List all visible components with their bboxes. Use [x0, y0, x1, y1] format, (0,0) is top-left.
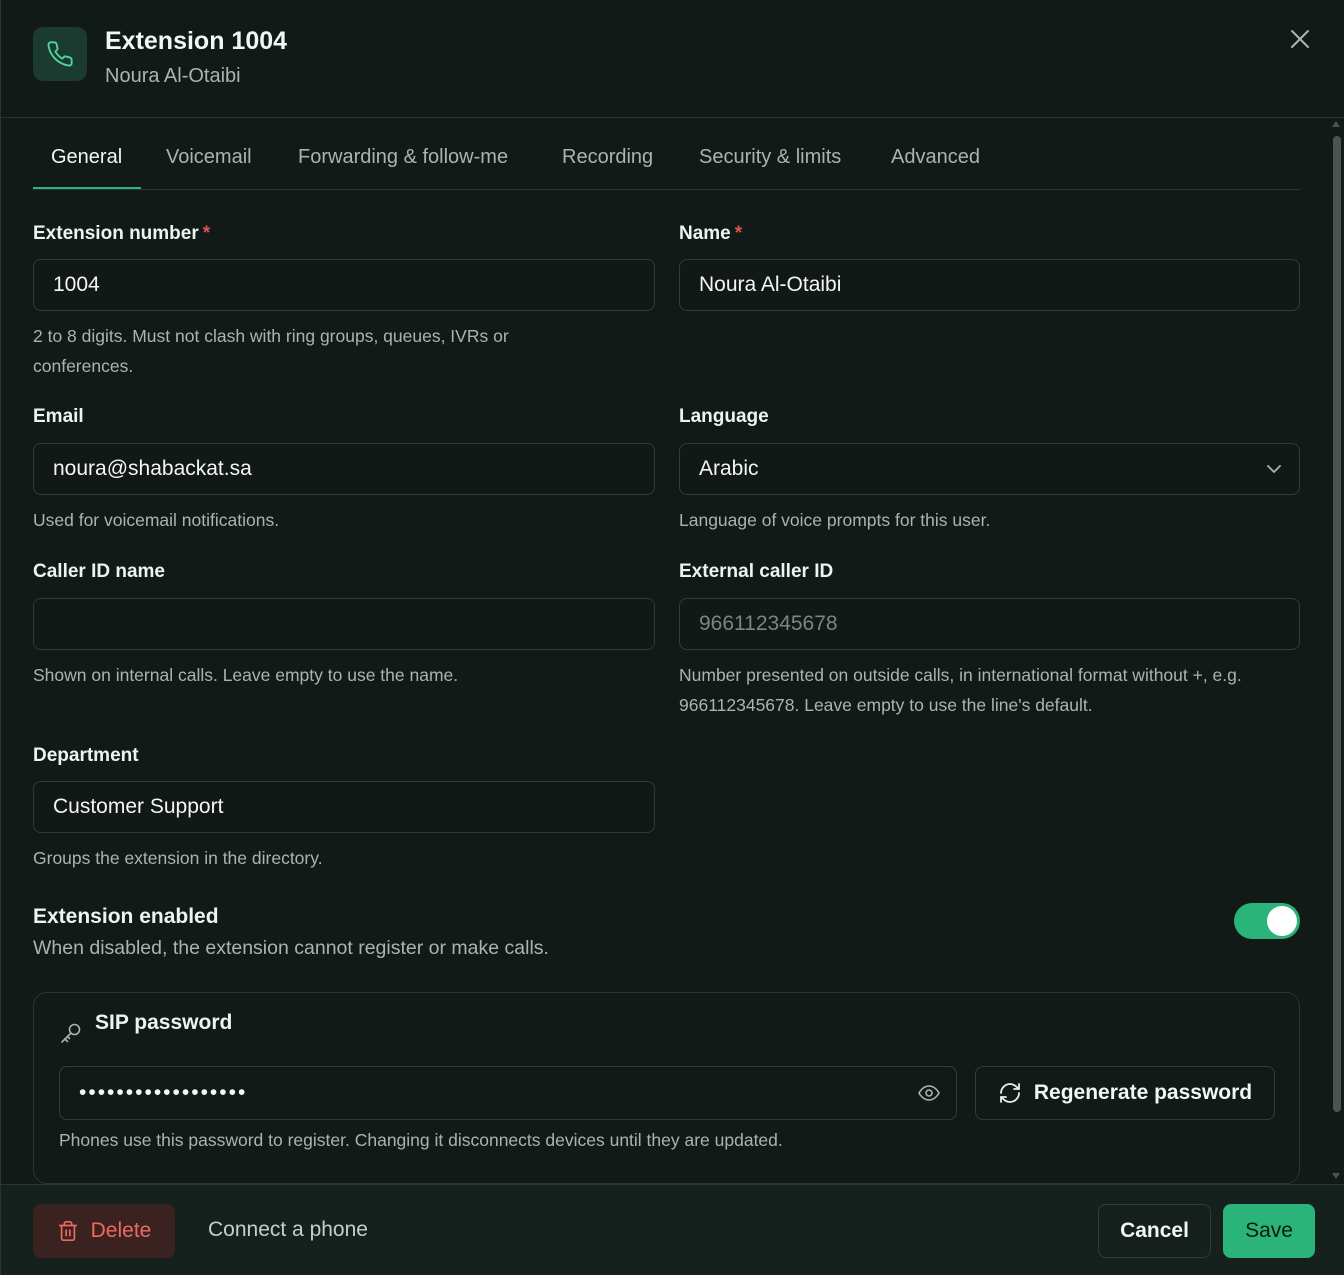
required-mark: *: [734, 223, 743, 244]
language-select[interactable]: Arabic: [679, 443, 1300, 495]
department-input[interactable]: Customer Support: [33, 781, 655, 833]
dialog-subtitle: Noura Al-Otaibi: [105, 65, 241, 87]
sip-password-title: SIP password: [95, 1011, 233, 1034]
sip-password-input[interactable]: ••••••••••••••••••: [59, 1066, 957, 1120]
extension-enabled-label: Extension enabled: [33, 905, 219, 928]
scrollbar-thumb[interactable]: [1333, 136, 1341, 1112]
regenerate-password-label: Regenerate password: [1033, 1081, 1253, 1104]
cancel-button[interactable]: Cancel: [1098, 1204, 1211, 1258]
extension-enabled-toggle[interactable]: [1234, 903, 1300, 939]
extension-number-input[interactable]: 1004: [33, 259, 655, 311]
tab-advanced[interactable]: Advanced: [891, 146, 980, 169]
external-caller-id-input[interactable]: 966112345678: [679, 598, 1300, 650]
scroll-up-arrow[interactable]: [1332, 121, 1340, 127]
required-mark: *: [202, 223, 211, 244]
department-help: Groups the extension in the directory.: [33, 848, 323, 868]
extension-number-help: 2 to 8 digits. Must not clash with ring …: [33, 326, 509, 376]
dialog-title: Extension 1004: [105, 27, 288, 55]
tab-bar: General Voicemail Forwarding & follow-me…: [33, 130, 1301, 190]
caller-id-name-input[interactable]: [33, 598, 655, 650]
language-selected-value: Arabic: [699, 457, 759, 480]
tab-general[interactable]: General: [51, 146, 122, 169]
name-label: Name *: [679, 223, 743, 244]
regenerate-password-button[interactable]: Regenerate password: [975, 1066, 1275, 1120]
external-caller-id-help: Number presented on outside calls, in in…: [679, 665, 1242, 715]
trash-icon: [58, 1221, 77, 1241]
email-label: Email: [33, 406, 84, 427]
tab-recording[interactable]: Recording: [562, 146, 653, 169]
name-input[interactable]: Noura Al-Otaibi: [679, 259, 1300, 311]
toggle-knob: [1267, 906, 1297, 936]
active-tab-indicator: [33, 187, 141, 189]
caller-id-name-label: Caller ID name: [33, 561, 165, 582]
language-label: Language: [679, 406, 769, 427]
chevron-down-icon: [1267, 465, 1281, 473]
tab-voicemail[interactable]: Voicemail: [166, 146, 252, 169]
extension-enabled-description: When disabled, the extension cannot regi…: [33, 937, 549, 959]
sip-password-help: Phones use this password to register. Ch…: [59, 1130, 783, 1150]
extension-dialog: Extension 1004 Noura Al-Otaibi General V…: [0, 0, 1344, 1275]
delete-button[interactable]: Delete: [33, 1204, 175, 1258]
sip-password-card: SIP password •••••••••••••••••• Regenera…: [33, 992, 1300, 1184]
close-icon: [1291, 30, 1309, 48]
refresh-icon: [999, 1083, 1020, 1103]
close-button[interactable]: [1285, 24, 1315, 54]
department-label: Department: [33, 745, 139, 766]
extension-number-label: Extension number *: [33, 223, 211, 244]
phone-icon: [33, 27, 87, 81]
delete-label: Delete: [90, 1219, 152, 1242]
key-icon: [61, 1023, 81, 1043]
tab-security-limits[interactable]: Security & limits: [699, 146, 841, 169]
email-help: Used for voicemail notifications.: [33, 510, 280, 530]
tab-forwarding[interactable]: Forwarding & follow-me: [298, 146, 508, 169]
scroll-down-arrow[interactable]: [1332, 1173, 1340, 1179]
dialog-footer: Delete Connect a phone Cancel Save: [1, 1184, 1344, 1275]
dialog-header: Extension 1004 Noura Al-Otaibi: [1, 0, 1344, 118]
connect-phone-button[interactable]: Connect a phone: [208, 1218, 368, 1242]
caller-id-name-help: Shown on internal calls. Leave empty to …: [33, 665, 459, 685]
eye-icon[interactable]: [917, 1081, 941, 1105]
external-caller-id-label: External caller ID: [679, 561, 834, 582]
email-input[interactable]: noura@shabackat.sa: [33, 443, 655, 495]
save-button[interactable]: Save: [1223, 1204, 1315, 1258]
language-help: Language of voice prompts for this user.: [679, 510, 991, 530]
